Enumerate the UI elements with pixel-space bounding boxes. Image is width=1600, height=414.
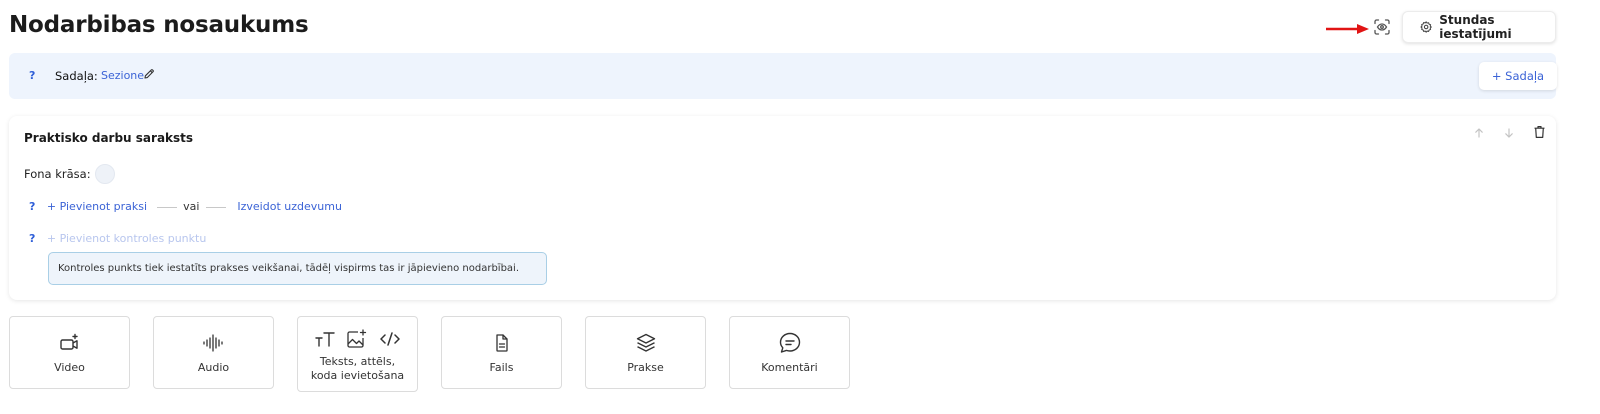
page-title: Nodarbibas nosaukums	[9, 12, 309, 38]
add-text-image-code-block[interactable]: Teksts, attēls, koda ievietošana	[297, 316, 418, 392]
divider-line	[205, 206, 226, 208]
audio-block-label: Audio	[197, 360, 230, 374]
text-block-label: Teksts, attēls, koda ievietošana	[310, 355, 405, 382]
add-practice-link[interactable]: + Pievienot praksi	[47, 200, 147, 213]
practice-help-icon[interactable]: ?	[29, 200, 35, 213]
section-bar: ? Sadaļa: Sezione + Sadaļa	[9, 53, 1557, 99]
checkpoint-info-box: Kontroles punkts tiek iestatīts prakses …	[48, 252, 547, 285]
image-add-icon	[346, 329, 366, 348]
gear-icon	[1420, 21, 1433, 33]
trash-icon	[1534, 126, 1544, 138]
arrow-down-icon	[1505, 128, 1513, 138]
or-label: vai	[183, 200, 200, 213]
section-label: Sadaļa:	[55, 69, 98, 83]
background-color-picker[interactable]	[95, 164, 115, 184]
add-video-block[interactable]: Video	[9, 316, 130, 389]
add-audio-block[interactable]: Audio	[153, 316, 274, 389]
audio-wave-icon	[202, 333, 223, 352]
section-help-icon[interactable]: ?	[29, 69, 35, 82]
checkpoint-help-icon[interactable]: ?	[29, 232, 35, 245]
comments-block-label: Komentāri	[761, 360, 818, 374]
video-block-label: Video	[54, 360, 85, 374]
add-practice-row: ? + Pievienot praksi vai Izveidot uzdevu…	[24, 200, 342, 216]
add-checkpoint-link: + Pievienot kontroles punktu	[46, 232, 207, 245]
file-icon	[495, 333, 508, 352]
add-comments-block[interactable]: Komentāri	[729, 316, 850, 389]
annotation-arrow	[1326, 24, 1369, 34]
preview-button[interactable]	[1368, 13, 1396, 41]
practice-list-card: Praktisko darbu saraksts Fona krāsa: ? +…	[9, 116, 1556, 300]
lesson-settings-label: Stundas iestatījumi	[1439, 13, 1512, 41]
layers-icon	[636, 333, 655, 352]
move-down-button[interactable]	[1501, 125, 1517, 141]
checkpoint-info-text: Kontroles punkts tiek iestatīts prakses …	[58, 263, 519, 274]
divider-line	[156, 206, 177, 208]
practice-block-label: Prakse	[627, 360, 664, 374]
add-checkpoint-row: ? + Pievienot kontroles punktu	[24, 232, 206, 245]
section-name-link[interactable]: Sezione	[101, 69, 144, 82]
lesson-settings-button[interactable]: Stundas iestatījumi	[1402, 11, 1556, 43]
pencil-icon[interactable]	[143, 68, 155, 80]
arrow-up-icon	[1475, 128, 1483, 138]
delete-button[interactable]	[1531, 124, 1547, 140]
eye-scan-icon	[1374, 19, 1390, 35]
text-size-icon	[314, 332, 335, 347]
video-add-icon	[59, 333, 78, 350]
card-title: Praktisko darbu saraksts	[24, 131, 194, 145]
add-section-button[interactable]: + Sadaļa	[1479, 62, 1557, 90]
file-block-label: Fails	[489, 360, 514, 374]
create-task-link[interactable]: Izveidot uzdevumu	[237, 200, 342, 213]
add-file-block[interactable]: Fails	[441, 316, 562, 389]
add-practice-block[interactable]: Prakse	[585, 316, 706, 389]
code-icon	[379, 332, 400, 346]
background-color-label: Fona krāsa:	[24, 167, 91, 181]
comment-icon	[779, 332, 800, 353]
move-up-button[interactable]	[1471, 125, 1487, 141]
